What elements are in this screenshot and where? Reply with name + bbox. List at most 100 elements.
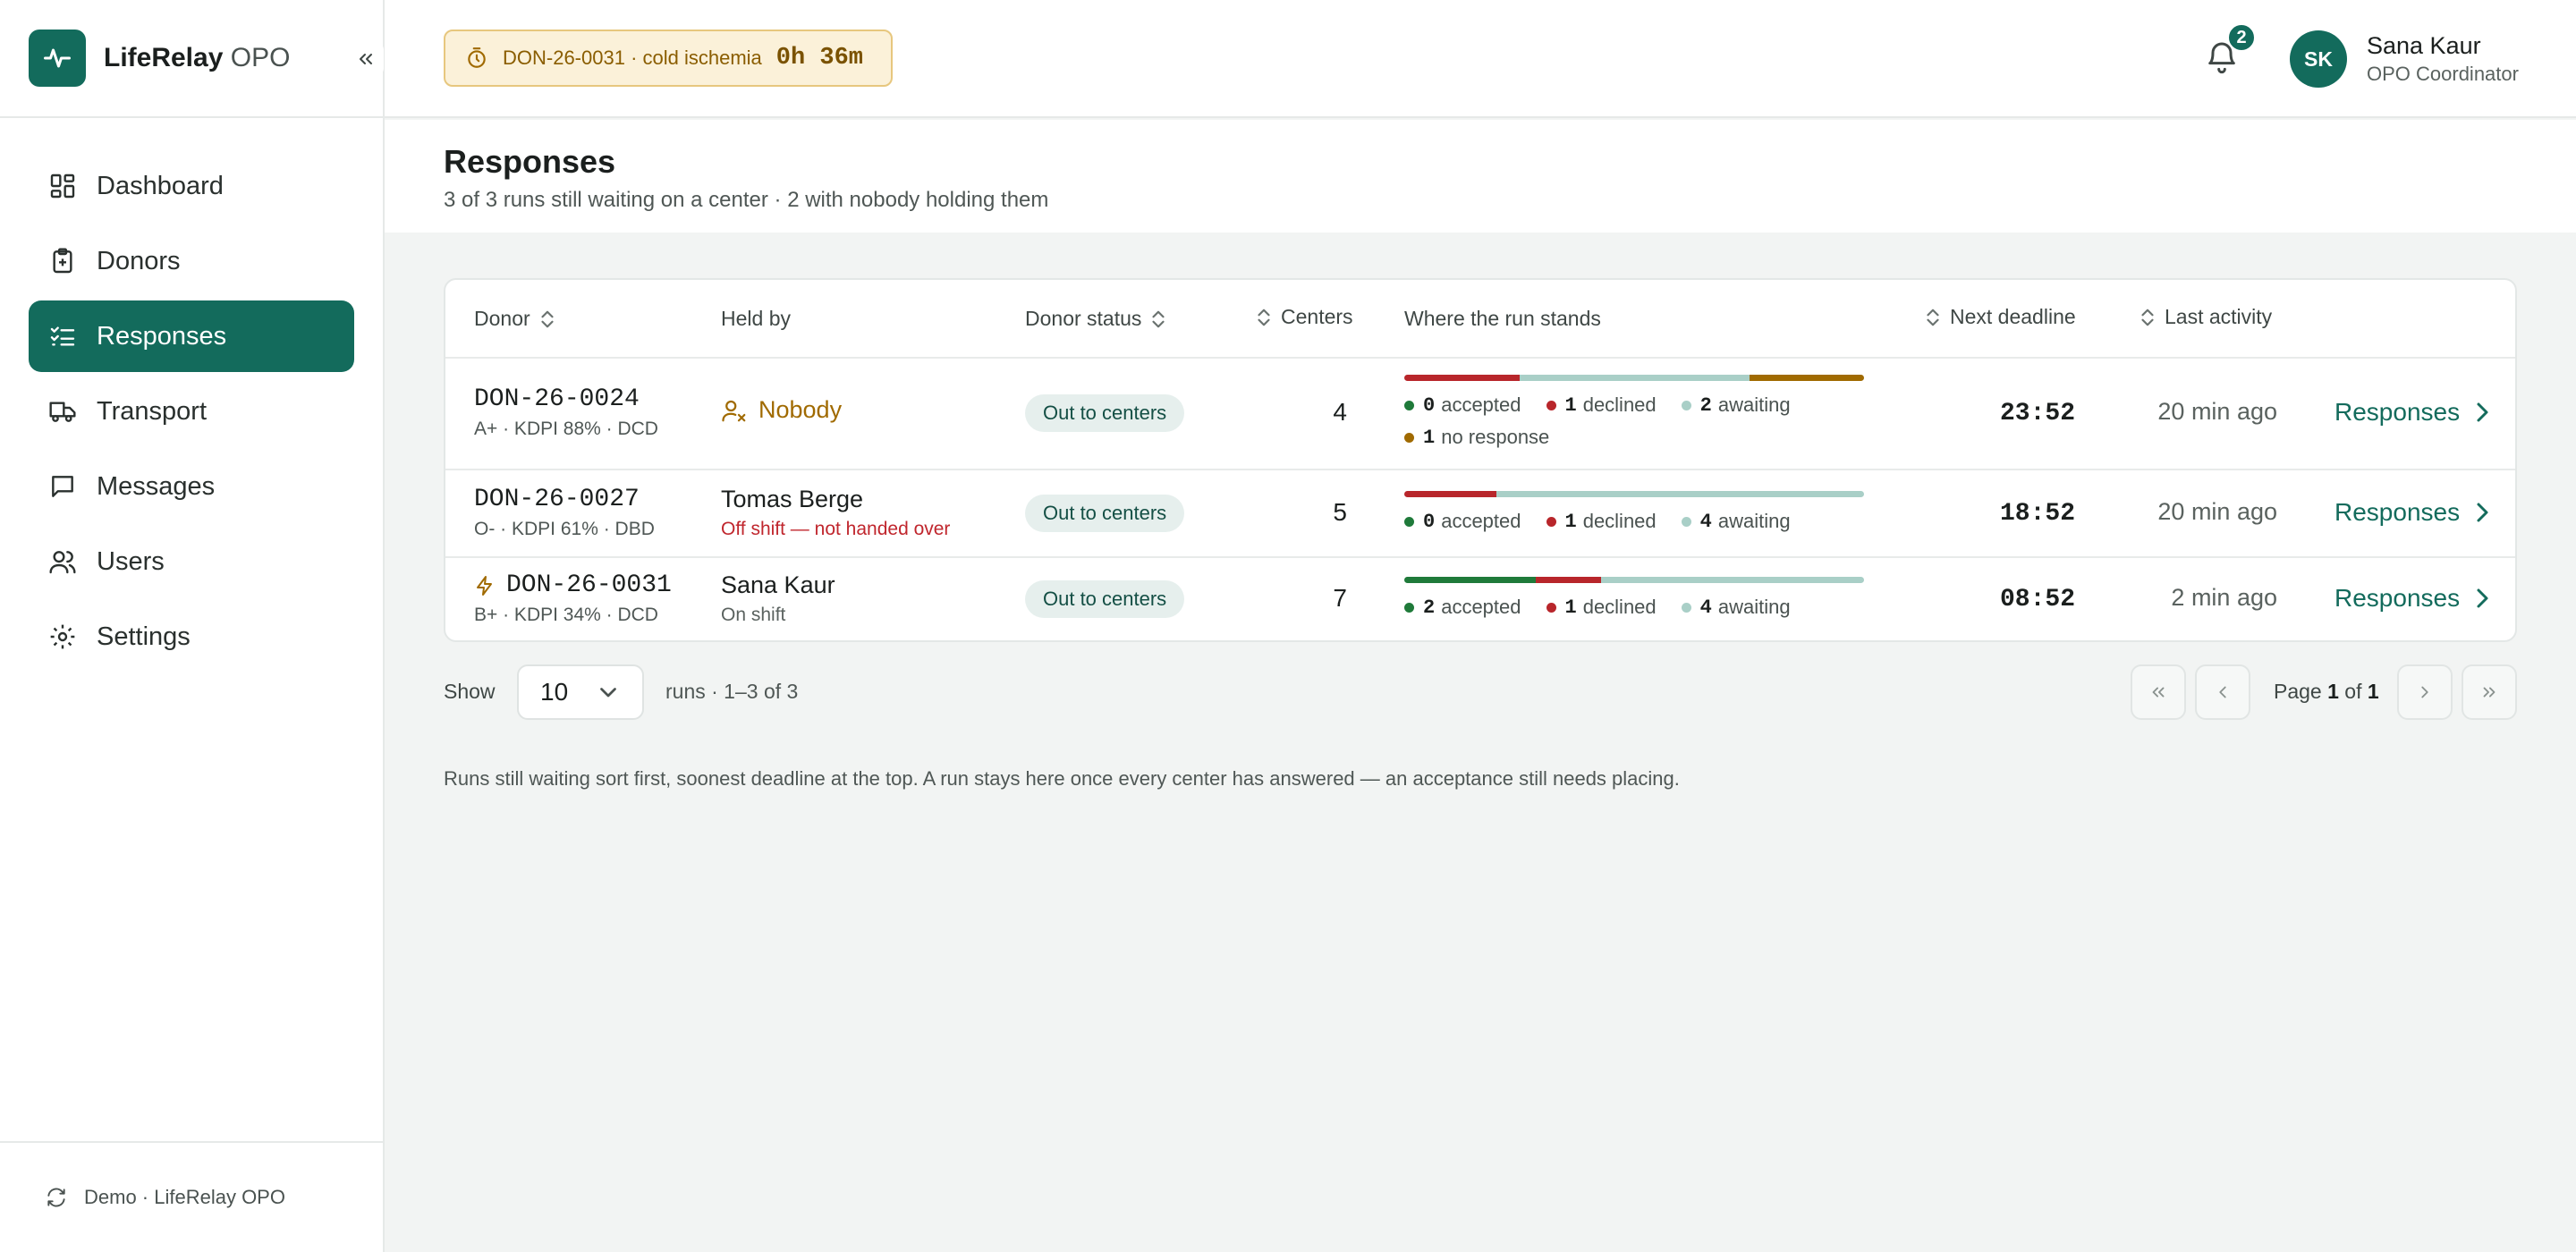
responses-table: Donor Held by Donor status Centers Where… <box>444 278 2517 642</box>
centers-count: 7 <box>1333 584 1347 612</box>
nav-label: Transport <box>97 396 208 426</box>
sort-icon <box>539 309 555 329</box>
donor-id: DON-26-0024 <box>474 385 640 413</box>
sort-icon <box>1256 308 1272 327</box>
header-donor-status[interactable]: Donor status <box>1025 307 1175 331</box>
truck-icon <box>47 395 79 427</box>
previous-page-button[interactable] <box>2195 664 2250 720</box>
responses-link[interactable]: Responses <box>2334 498 2490 527</box>
header-donor[interactable]: Donor <box>474 307 564 331</box>
donor-status-cell: Out to centers <box>1025 580 1185 618</box>
nav-label: Users <box>97 546 165 576</box>
stopwatch-icon <box>465 47 488 70</box>
legend-awaiting: 4 awaiting <box>1681 596 1791 619</box>
sidebar: LifeRelay OPO Dashboard Donors Responses <box>0 0 385 1252</box>
run-legend: 0 accepted 1 declined 2 awaiting 1 no respon… <box>1404 393 1887 458</box>
collapse-sidebar-button[interactable] <box>348 41 384 77</box>
user-x-icon <box>721 397 748 424</box>
avatar[interactable]: SK <box>2290 30 2347 88</box>
nav-item-donors[interactable]: Donors <box>29 225 354 297</box>
next-deadline: 18:52 <box>1999 500 2075 528</box>
progress-bar <box>1404 491 1864 497</box>
notification-count-badge: 2 <box>2227 23 2256 52</box>
last-page-button[interactable] <box>2462 664 2517 720</box>
header-next-deadline[interactable]: Next deadline <box>1916 305 2076 329</box>
legend-accepted: 0 accepted <box>1404 510 1521 533</box>
donor-meta: B+ · KDPI 34% · DCD <box>474 605 658 625</box>
nav-item-responses[interactable]: Responses <box>29 300 354 372</box>
nav-item-dashboard[interactable]: Dashboard <box>29 150 354 222</box>
donor-status-cell: Out to centers <box>1025 394 1185 432</box>
header-held-by: Held by <box>721 307 791 330</box>
list-check-icon <box>47 320 79 352</box>
timer-label: DON-26-0031 · cold ischemia <box>503 47 762 69</box>
chevron-down-icon <box>597 684 619 702</box>
donor-meta: O- · KDPI 61% · DBD <box>474 519 655 539</box>
footnote: Runs still waiting sort first, soonest d… <box>444 767 1680 790</box>
nav-item-settings[interactable]: Settings <box>29 601 354 673</box>
awaiting-segment <box>1601 577 1864 583</box>
last-activity: 20 min ago <box>2157 398 2277 425</box>
page-size-select[interactable]: 10 <box>517 664 644 720</box>
legend-declined: 1 declined <box>1546 596 1657 619</box>
nav-item-transport[interactable]: Transport <box>29 376 354 447</box>
run-stands-cell: 0 accepted 1 declined 2 awaiting 1 no respon… <box>1404 375 1887 458</box>
double-chevron-right-icon <box>2483 687 2496 698</box>
legend-accepted: 2 accepted <box>1404 596 1521 619</box>
header-run-stands: Where the run stands <box>1404 307 1601 330</box>
centers-count: 5 <box>1333 498 1347 526</box>
table-row-donor[interactable]: DON-26-0024 A+ · KDPI 88% · DCD <box>474 385 658 440</box>
run-stands-cell: 0 accepted 1 declined 4 awaiting <box>1404 491 1887 542</box>
table-row-donor[interactable]: DON-26-0027 O- · KDPI 61% · DBD <box>474 486 655 540</box>
sidebar-footer[interactable]: Demo · LifeRelay OPO <box>0 1141 383 1252</box>
declined-segment <box>1404 375 1520 381</box>
main-nav: Dashboard Donors Responses Transport Mes… <box>0 118 383 673</box>
page-header: Responses 3 of 3 runs still waiting on a… <box>385 120 2576 233</box>
legend-declined: 1 declined <box>1546 393 1657 417</box>
next-deadline: 23:52 <box>1999 400 2075 427</box>
brand: LifeRelay OPO <box>0 0 384 118</box>
message-icon <box>47 470 79 503</box>
nav-label: Dashboard <box>97 171 224 200</box>
lightning-icon <box>474 573 496 598</box>
legend-accepted: 0 accepted <box>1404 393 1521 417</box>
responses-link[interactable]: Responses <box>2334 584 2490 613</box>
pulse-logo-icon <box>29 30 86 87</box>
last-activity: 20 min ago <box>2157 498 2277 525</box>
legend-no-response: 1 no response <box>1404 426 1549 449</box>
holder-name: Sana Kaur <box>721 571 835 598</box>
run-legend: 2 accepted 1 declined 4 awaiting <box>1404 596 1887 628</box>
awaiting-segment <box>1496 491 1864 497</box>
header-last-activity[interactable]: Last activity <box>2131 305 2272 329</box>
donor-status-cell: Out to centers <box>1025 495 1185 532</box>
header-centers[interactable]: Centers <box>1247 305 1353 329</box>
nav-item-messages[interactable]: Messages <box>29 451 354 522</box>
cold-ischemia-timer[interactable]: DON-26-0031 · cold ischemia 0h 36m <box>444 30 893 87</box>
holder-shift-warning: Off shift — not handed over <box>721 519 951 539</box>
double-chevron-left-icon <box>2152 687 2165 698</box>
last-activity: 2 min ago <box>2171 584 2277 611</box>
progress-bar <box>1404 577 1864 583</box>
user-name: Sana Kaur <box>2367 32 2481 59</box>
nav-item-users[interactable]: Users <box>29 526 354 597</box>
declined-segment <box>1535 577 1602 583</box>
gear-icon <box>47 621 79 653</box>
next-page-button[interactable] <box>2397 664 2453 720</box>
users-icon <box>47 546 79 578</box>
page-title: Responses <box>444 143 616 180</box>
run-legend: 0 accepted 1 declined 4 awaiting <box>1404 510 1887 542</box>
donor-id: DON-26-0027 <box>474 486 640 513</box>
sort-icon <box>1150 309 1166 329</box>
demo-label: Demo · LifeRelay OPO <box>84 1186 285 1208</box>
holder-shift-status: On shift <box>721 605 786 625</box>
first-page-button[interactable] <box>2131 664 2186 720</box>
held-by-nobody: Nobody <box>721 396 842 424</box>
status-badge: Out to centers <box>1025 495 1185 532</box>
table-row-donor[interactable]: DON-26-0031 B+ · KDPI 34% · DCD <box>474 571 672 626</box>
responses-link[interactable]: Responses <box>2334 398 2490 427</box>
sort-icon <box>1925 308 1941 327</box>
page-size-value: 10 <box>540 678 569 706</box>
awaiting-segment <box>1519 375 1750 381</box>
double-chevron-left-icon <box>360 54 372 64</box>
chevron-right-icon <box>2421 686 2428 698</box>
